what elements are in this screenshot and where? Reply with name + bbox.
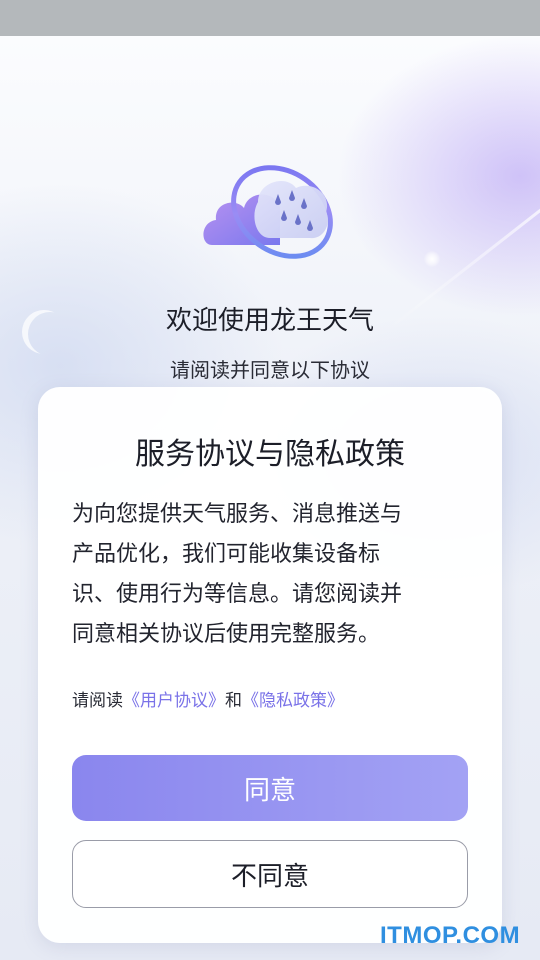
consent-prefix: 请阅读 — [72, 691, 123, 711]
consent-and: 和 — [225, 691, 242, 711]
consent-line: 请阅读《用户协议》和《隐私政策》 — [72, 686, 344, 711]
dialog-body-line: 为向您提供天气服务、消息推送与 — [72, 502, 403, 527]
user-agreement-link[interactable]: 《用户协议》 — [123, 691, 225, 711]
dialog-body-line: 同意相关协议后使用完整服务。 — [72, 622, 381, 647]
weather-logo-icon — [203, 165, 333, 259]
sparkle — [424, 251, 440, 267]
dialog-body-line: 产品优化，我们可能收集设备标 — [72, 542, 381, 567]
agree-button[interactable]: 同意 — [72, 755, 468, 821]
dialog-body-line: 识、使用行为等信息。请您阅读并 — [72, 582, 403, 607]
status-bar — [0, 0, 540, 36]
decline-button[interactable]: 不同意 — [72, 840, 468, 908]
dialog-title: 服务协议与隐私政策 — [135, 437, 405, 472]
privacy-policy-link[interactable]: 《隐私政策》 — [242, 691, 344, 711]
welcome-title: 欢迎使用龙王天气 — [165, 306, 374, 336]
agreement-dialog: 服务协议与隐私政策 为向您提供天气服务、消息推送与 产品优化，我们可能收集设备标… — [38, 387, 502, 943]
welcome-subtitle: 请阅读并同意以下协议 — [170, 358, 370, 382]
watermark-logo: ITMOP.COM — [380, 922, 521, 949]
dialog-body: 为向您提供天气服务、消息推送与 产品优化，我们可能收集设备标 识、使用行为等信息… — [72, 495, 472, 655]
